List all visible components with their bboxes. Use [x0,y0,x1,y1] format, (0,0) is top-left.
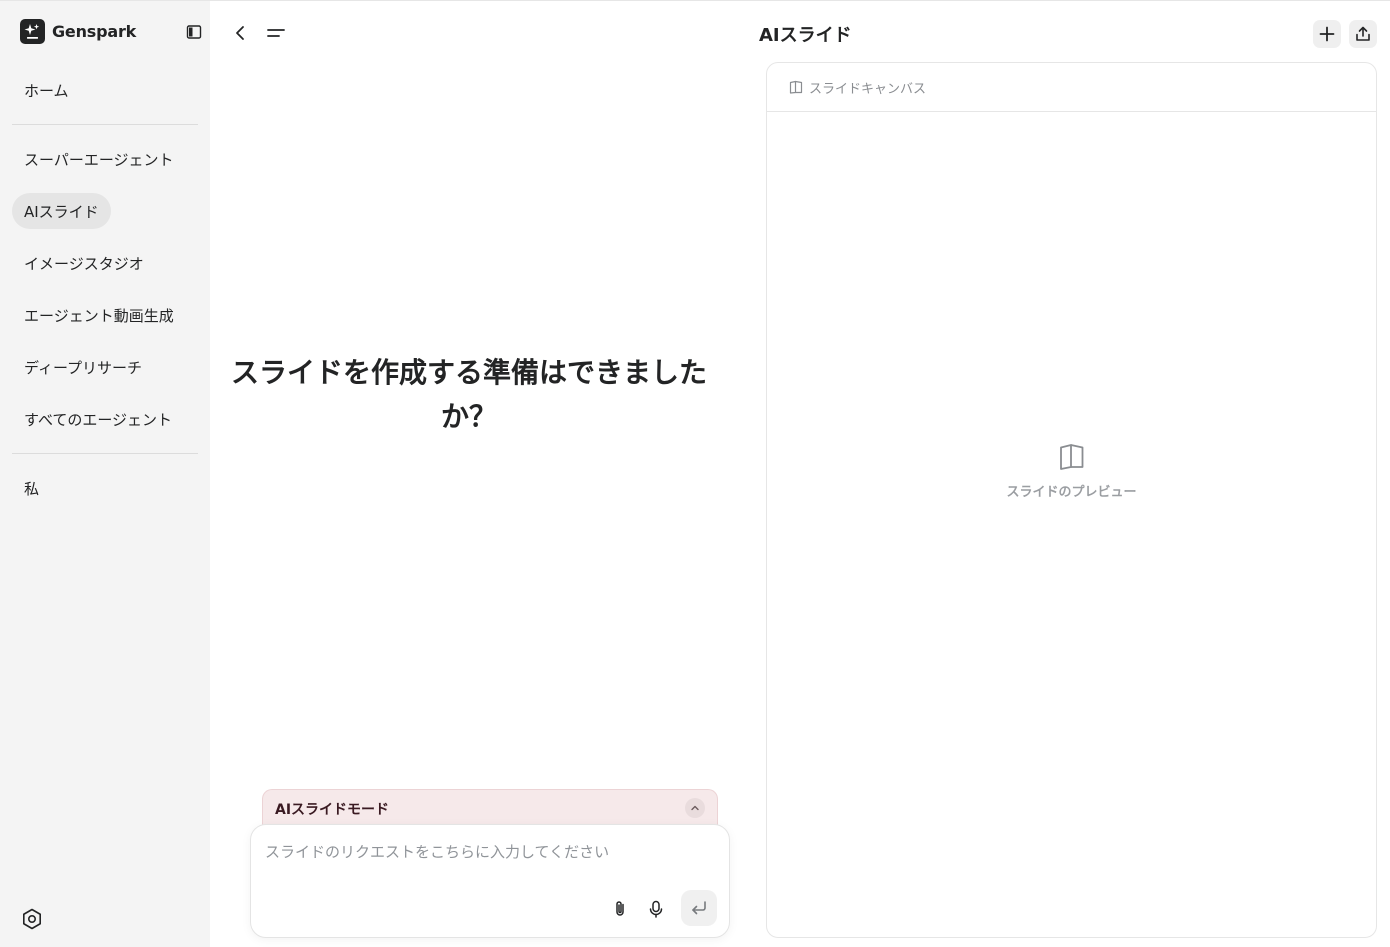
prompt-input[interactable] [265,839,715,865]
chevron-up-icon [691,805,699,811]
chat-headline: スライドを作成する準備はできましたか？ [230,356,707,433]
sidebar-item-label: エージェント動画生成 [24,306,174,325]
sidebar: Genspark ホーム スーパーエージェント AIスライド イメージスタジオ … [0,1,210,947]
sidebar-collapse-button[interactable] [186,24,202,40]
app-window: Genspark ホーム スーパーエージェント AIスライド イメージスタジオ … [0,0,1390,947]
microphone-button[interactable] [644,897,668,921]
slide-book-icon [789,80,803,94]
sidebar-item-all-agents[interactable]: すべてのエージェント [12,401,184,437]
sidebar-panel-icon [186,25,202,39]
chevron-left-icon [236,26,244,40]
share-upload-icon [1356,26,1370,41]
preview-label: スライドのプレビュー [1006,485,1137,500]
share-button[interactable] [1349,20,1377,48]
slide-preview-placeholder: スライドのプレビュー [767,443,1376,500]
slide-canvas-panel: スライドキャンバス スライドのプレビュー [766,62,1377,938]
sidebar-divider [12,453,198,454]
mode-label: AIスライドモード [275,802,390,818]
sidebar-item-label: イメージスタジオ [24,254,144,273]
sidebar-item-agent-video[interactable]: エージェント動画生成 [12,297,186,333]
sidebar-item-home[interactable]: ホーム [12,72,81,108]
paperclip-icon [616,901,624,916]
brand[interactable]: Genspark [20,19,136,44]
sidebar-item-label: ホーム [24,81,69,100]
sidebar-item-me[interactable]: 私 [12,470,51,506]
sidebar-item-label: 私 [24,479,40,498]
sidebar-divider [12,124,198,125]
sidebar-item-image-studio[interactable]: イメージスタジオ [12,245,156,281]
menu-lines-icon [267,29,285,37]
page-title: AIスライド [759,25,852,46]
new-slide-button[interactable] [1313,20,1341,48]
plus-icon [1319,26,1335,42]
mode-toggle-button[interactable] [685,798,705,818]
back-button[interactable] [230,23,250,43]
sidebar-item-super-agent[interactable]: スーパーエージェント [12,141,186,177]
send-button[interactable] [681,890,717,926]
brand-name: Genspark [52,22,137,41]
ai-slides-mode-bar: AIスライドモード [262,789,718,829]
sidebar-item-label: スーパーエージェント [24,150,174,169]
canvas-tab[interactable]: スライドキャンバス [767,63,1376,112]
prompt-composer [250,824,730,938]
genspark-logo-icon [20,19,45,44]
enter-return-icon [692,901,706,915]
settings-button[interactable] [20,907,44,931]
menu-button[interactable] [265,23,287,43]
canvas-tab-label: スライドキャンバス [809,81,927,97]
sidebar-item-ai-slides[interactable]: AIスライド [12,193,111,229]
settings-hexagon-icon [23,908,41,930]
sidebar-item-label: ディープリサーチ [24,358,143,377]
sidebar-item-label: すべてのエージェント [24,410,173,429]
sidebar-item-deep-research[interactable]: ディープリサーチ [12,349,154,385]
sidebar-item-label: AIスライド [24,202,99,221]
microphone-icon [649,900,663,918]
attach-button[interactable] [608,897,632,921]
slide-preview-icon [1059,444,1083,470]
